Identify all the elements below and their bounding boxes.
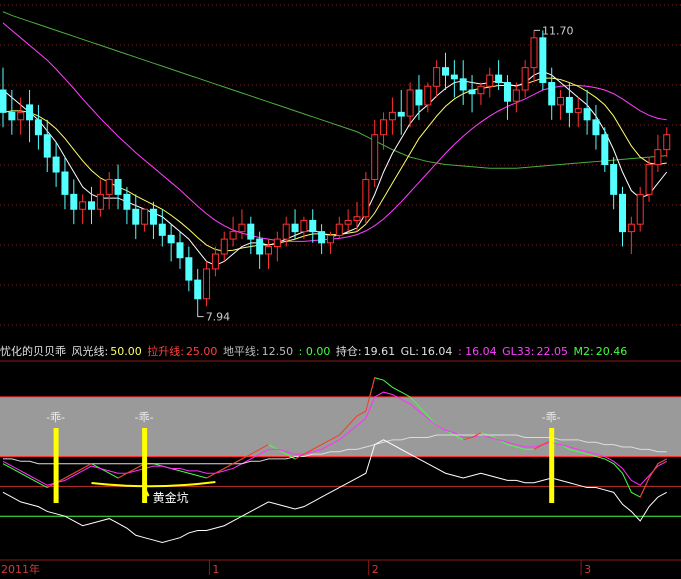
gl-rising-segment: [648, 463, 659, 479]
gl-rising-segment: [73, 468, 83, 474]
gl-rising-segment: [82, 463, 92, 469]
gl-rising-segment: [206, 472, 216, 479]
gl-rising-segment: [232, 458, 243, 465]
signal-label: -乖-: [135, 411, 154, 424]
pit-curve: [91, 481, 216, 488]
gl-rising-segment: [64, 472, 75, 479]
gl-rising-segment: [657, 458, 667, 465]
golden-pit-label: 黄金坑: [153, 490, 189, 505]
stock-chart-window: 11.70 7.94 忧化的贝贝乖 风光线: 50.00 拉升线: 25.00 地平线…: [0, 0, 681, 579]
signal-marker: [549, 428, 555, 503]
oscillator-chart[interactable]: -乖--乖--乖-黄金坑2011年1234: [0, 0, 681, 579]
level-band: [0, 396, 681, 457]
signal-label: -乖-: [542, 411, 561, 424]
signal-marker: [53, 428, 59, 503]
signal-label: -乖-: [46, 411, 65, 424]
gl-rising-segment: [117, 472, 128, 479]
gl-rising-segment: [224, 463, 234, 469]
time-axis: [0, 560, 681, 579]
